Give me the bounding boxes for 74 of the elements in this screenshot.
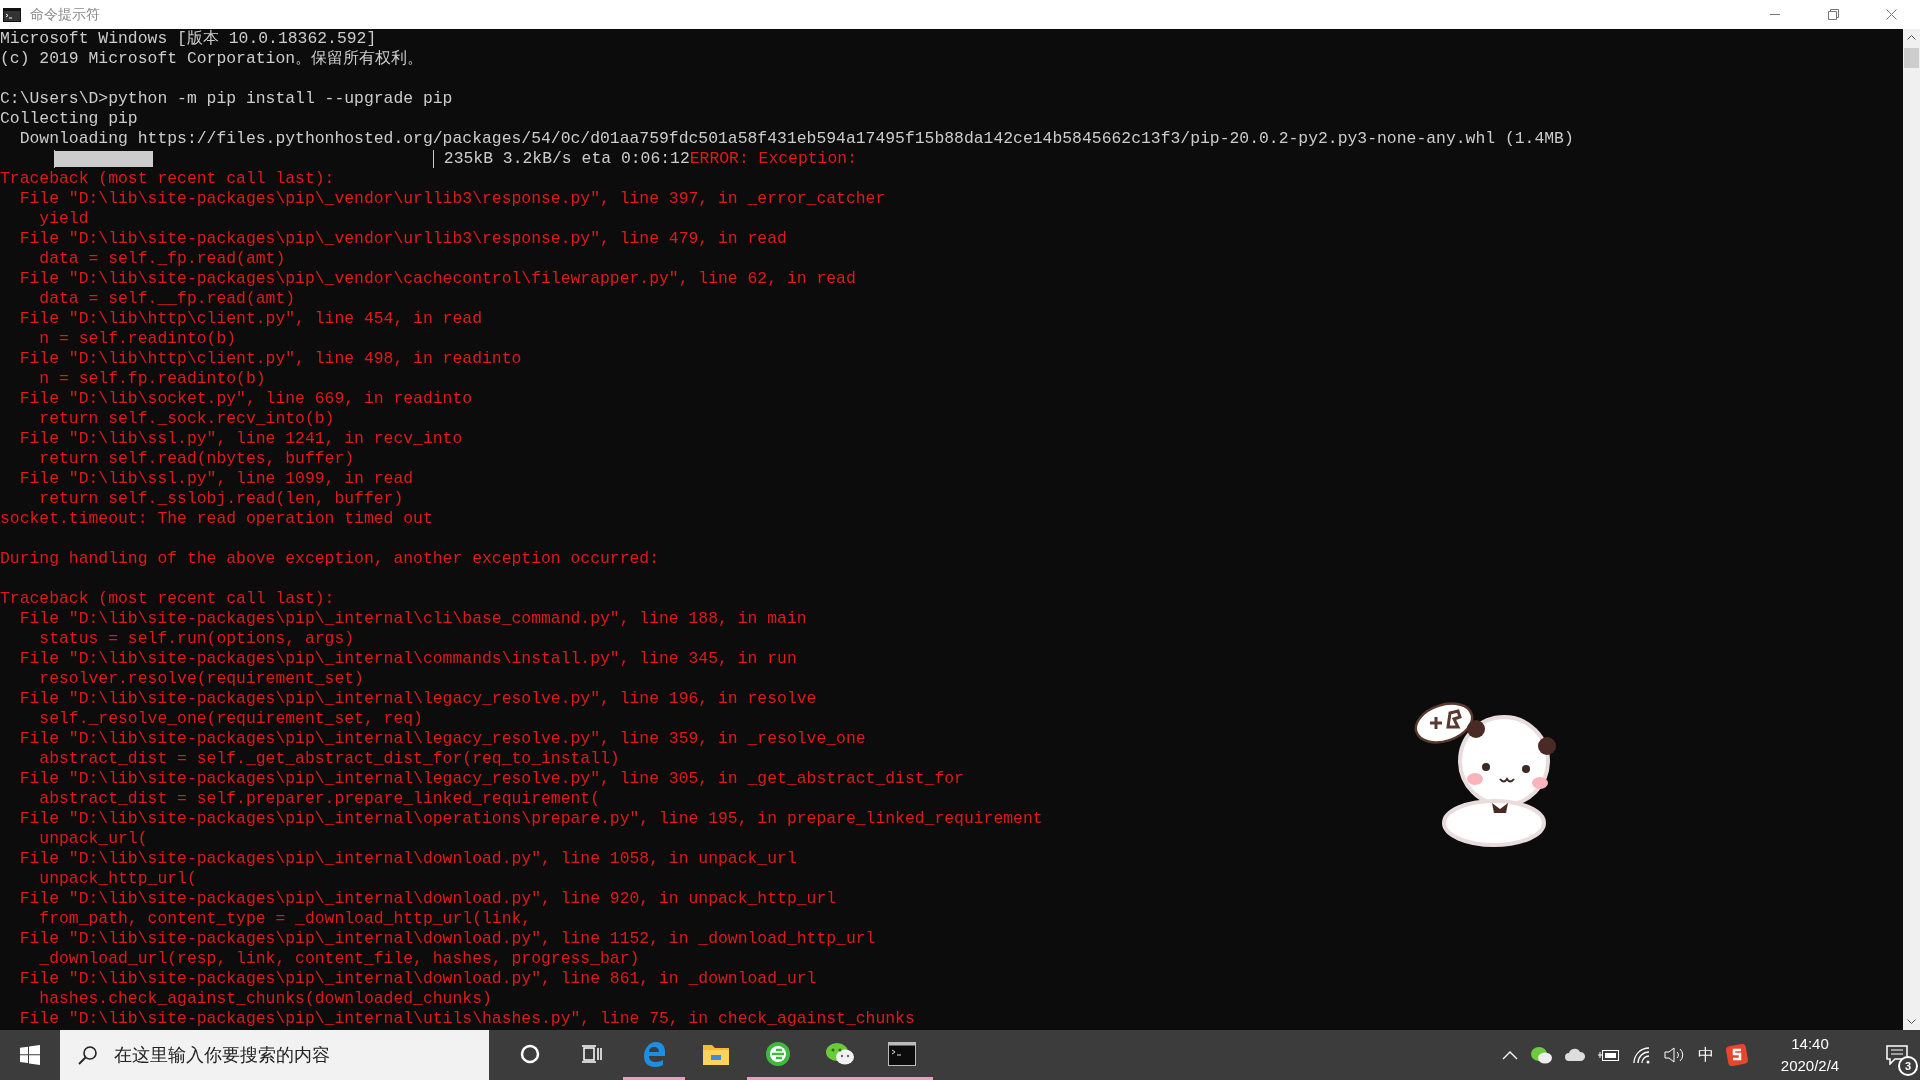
- console-line: (c) 2019 Microsoft Corporation。保留所有权利。: [0, 49, 424, 68]
- error-line: File "D:\lib\site-packages\pip\_internal\utils\hashes.py", line 75, in check_against_chunks: [18, 1009, 915, 1028]
- terminal-icon: [888, 1041, 916, 1066]
- search-icon: [78, 1045, 98, 1065]
- clock[interactable]: 14:40 2020/2/4: [1770, 1033, 1850, 1077]
- error-line: return self.read(nbytes, buffer): [38, 449, 355, 468]
- scroll-down-icon[interactable]: [1907, 1019, 1916, 1025]
- error-line: File "D:\lib\ssl.py", line 1099, in read: [18, 469, 414, 488]
- volume-icon[interactable]: [1664, 1046, 1686, 1064]
- error-line: During handling of the above exception, another exception occurred:: [0, 549, 659, 568]
- search-placeholder: 在这里输入你要搜索的内容: [114, 1043, 330, 1067]
- error-line: return self._sslobj.read(len, buffer): [38, 489, 404, 508]
- error-line: File "D:\lib\site-packages\pip\_vendor\urllib3\response.py", line 397, in _error_catcher: [18, 189, 886, 208]
- error-line: File "D:\lib\site-packages\pip\_internal\cli\base_command.py", line 188, in main: [18, 609, 807, 628]
- error-line: File "D:\lib\site-packages\pip\_internal\legacy_resolve.py", line 359, in _resolve_one: [18, 729, 866, 748]
- task-view-icon: [581, 1043, 603, 1064]
- notification-count-badge: 3: [1898, 1056, 1918, 1076]
- error-line: data = self._fp.read(amt): [38, 249, 286, 268]
- error-line: Traceback (most recent call last):: [0, 169, 335, 188]
- close-icon: [1885, 9, 1897, 20]
- error-line: Traceback (most recent call last):: [0, 589, 335, 608]
- progress-status: 235kB 3.2kB/s eta 0:06:12: [442, 149, 690, 169]
- chat-bubbles-icon[interactable]: [1530, 1046, 1552, 1064]
- error-line: status = self.run(options, args): [38, 629, 355, 648]
- error-line: File "D:\lib\site-packages\pip\_internal\download.py", line 920, in unpack_http_url: [18, 889, 837, 908]
- error-line: socket.timeout: The read operation timed out: [0, 509, 433, 528]
- error-line: n = self.readinto(b): [38, 329, 237, 348]
- error-line: hashes.check_against_chunks(downloaded_chunks): [38, 989, 492, 1008]
- error-line: File "D:\lib\site-packages\pip\_internal\download.py", line 861, in _download_url: [18, 969, 817, 988]
- scrollbar-thumb[interactable]: [1904, 48, 1919, 68]
- error-line: File "D:\lib\site-packages\pip\_internal\legacy_resolve.py", line 305, in _get_abstract_dist_for: [18, 769, 964, 788]
- error-line: _download_url(resp, link, content_file, hashes, progress_bar): [38, 949, 640, 968]
- error-line: ERROR: Exception:: [689, 149, 857, 169]
- error-line: File "D:\lib\http\client.py", line 454, in read: [18, 309, 482, 328]
- error-line: self._resolve_one(requirement_set, req): [38, 709, 423, 728]
- error-line: abstract_dist = self.preparer.prepare_linked_requirement(: [38, 789, 600, 808]
- console-line: Microsoft Windows [版本 10.0.18362.592]: [0, 29, 377, 48]
- input-method-indicator[interactable]: 中: [1698, 1043, 1714, 1067]
- error-line: File "D:\lib\site-packages\pip\_internal\commands\install.py", line 345, in run: [18, 649, 797, 668]
- error-line: File "D:\lib\site-packages\pip\_internal\operations\prepare.py", line 195, in prepare_linked_requirement: [18, 809, 1043, 828]
- s-logo-icon[interactable]: [1726, 1044, 1748, 1066]
- error-line: File "D:\lib\http\client.py", line 498, in readinto: [18, 349, 522, 368]
- terminal-icon: [3, 7, 21, 22]
- error-line: data = self.__fp.read(amt): [38, 289, 296, 308]
- battery-icon[interactable]: [1598, 1048, 1620, 1062]
- wifi-icon[interactable]: [1632, 1046, 1652, 1064]
- scroll-up-icon[interactable]: [1907, 34, 1916, 40]
- error-line: n = self.fp.readinto(b): [38, 369, 266, 388]
- console-line: C:\Users\D>python -m pip install --upgrade pip: [0, 89, 453, 108]
- window-title: 命令提示符: [30, 5, 100, 24]
- error-line: File "D:\lib\site-packages\pip\_internal\download.py", line 1058, in unpack_url: [18, 849, 797, 868]
- error-line: unpack_http_url(: [38, 869, 197, 888]
- chat-bubbles-icon: [825, 1040, 855, 1067]
- error-line: from_path, content_type = _download_http_url(link,: [38, 909, 532, 928]
- error-line: File "D:\lib\ssl.py", line 1241, in recv_into: [18, 429, 463, 448]
- error-line: File "D:\lib\socket.py", line 669, in readinto: [18, 389, 473, 408]
- search-field[interactable]: 在这里输入你要搜索的内容: [60, 1030, 489, 1080]
- console-line: Downloading https://files.pythonhosted.org/packages/54/0c/d01aa759fdc501a58f431eb594a17495f15b88da142ce14b5845662c13f3/pip-20.0.2-py2.py3-none-any.whl (1.4MB): [18, 129, 1574, 148]
- restore-icon: [1827, 9, 1839, 20]
- console-line: Collecting pip: [0, 109, 138, 128]
- error-line: unpack_url(: [38, 829, 148, 848]
- error-line: File "D:\lib\site-packages\pip\_internal\legacy_resolve.py", line 196, in resolve: [18, 689, 817, 708]
- windows-logo-icon: [20, 1045, 40, 1065]
- error-line: File "D:\lib\site-packages\pip\_vendor\urllib3\response.py", line 479, in read: [18, 229, 787, 248]
- minimize-icon: [1770, 14, 1780, 15]
- error-line: File "D:\lib\site-packages\pip\_internal\download.py", line 1152, in _download_http_url: [18, 929, 876, 948]
- chevron-up-icon[interactable]: [1502, 1050, 1518, 1060]
- error-line: yield: [38, 209, 89, 228]
- cloud-icon[interactable]: [1564, 1048, 1586, 1062]
- error-line: abstract_dist = self._get_abstract_dist_for(req_to_install): [38, 749, 620, 768]
- cortana-circle-icon: [520, 1043, 540, 1064]
- error-line: resolver.resolve(requirement_set): [38, 669, 364, 688]
- error-line: File "D:\lib\site-packages\pip\_vendor\cachecontrol\filewrapper.py", line 62, in read: [18, 269, 856, 288]
- error-line: return self._sock.recv_into(b): [38, 409, 335, 428]
